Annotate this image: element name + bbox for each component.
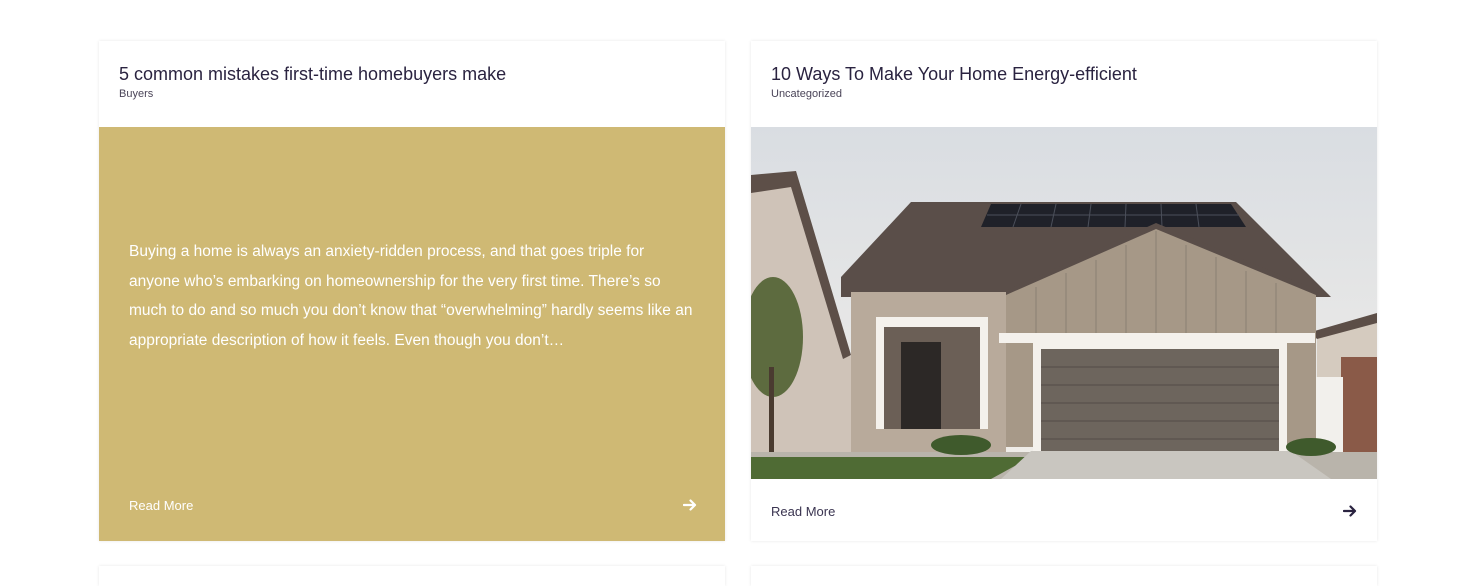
post-card[interactable]	[751, 566, 1377, 586]
post-card[interactable]: 5 common mistakes first-time homebuyers …	[99, 41, 725, 541]
post-card[interactable]	[99, 566, 725, 586]
read-more-link[interactable]: Read More	[129, 498, 193, 513]
post-card-header: 10 Ways To Make Your Home Energy-efficie…	[751, 41, 1377, 127]
post-featured-image[interactable]	[751, 127, 1377, 479]
post-title[interactable]: 5 common mistakes first-time homebuyers …	[119, 63, 705, 85]
arrow-right-icon[interactable]	[682, 498, 697, 512]
post-category[interactable]: Uncategorized	[771, 87, 1357, 101]
read-more-row[interactable]: Read More	[771, 501, 1357, 521]
read-more-row[interactable]: Read More	[129, 495, 697, 515]
post-category[interactable]: Buyers	[119, 87, 705, 101]
post-excerpt: Buying a home is always an anxiety-ridde…	[129, 243, 693, 349]
read-more-link[interactable]: Read More	[771, 504, 835, 519]
post-card-header: 5 common mistakes first-time homebuyers …	[99, 41, 725, 127]
post-excerpt-panel: Buying a home is always an anxiety-ridde…	[99, 127, 725, 541]
arrow-right-icon[interactable]	[1342, 504, 1357, 518]
post-title[interactable]: 10 Ways To Make Your Home Energy-efficie…	[771, 63, 1357, 85]
post-card[interactable]: 10 Ways To Make Your Home Energy-efficie…	[751, 41, 1377, 541]
